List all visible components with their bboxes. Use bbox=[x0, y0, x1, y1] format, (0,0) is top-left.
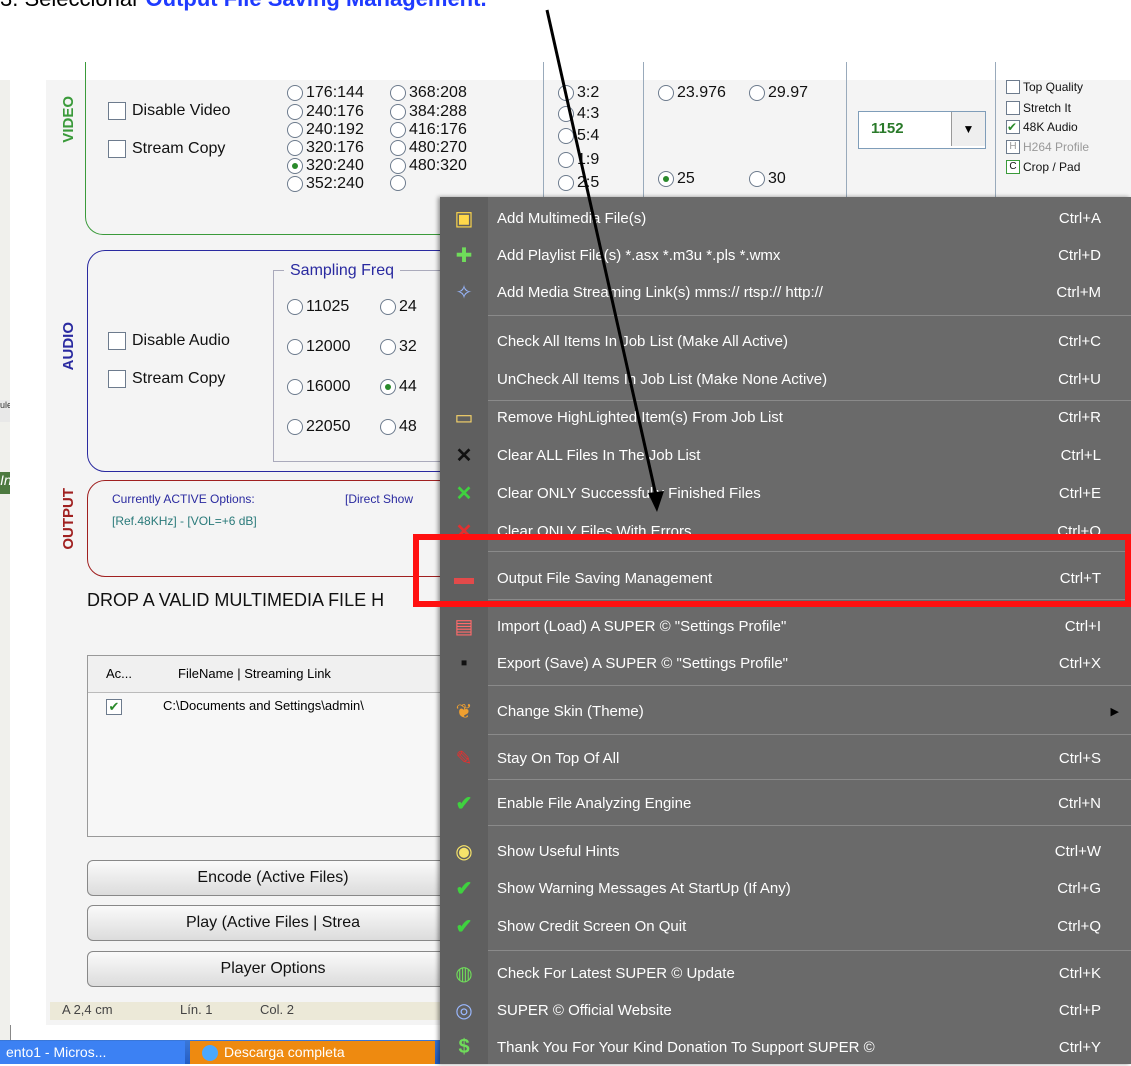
highlight-box bbox=[413, 534, 1131, 607]
annotation-arrow bbox=[545, 9, 664, 512]
